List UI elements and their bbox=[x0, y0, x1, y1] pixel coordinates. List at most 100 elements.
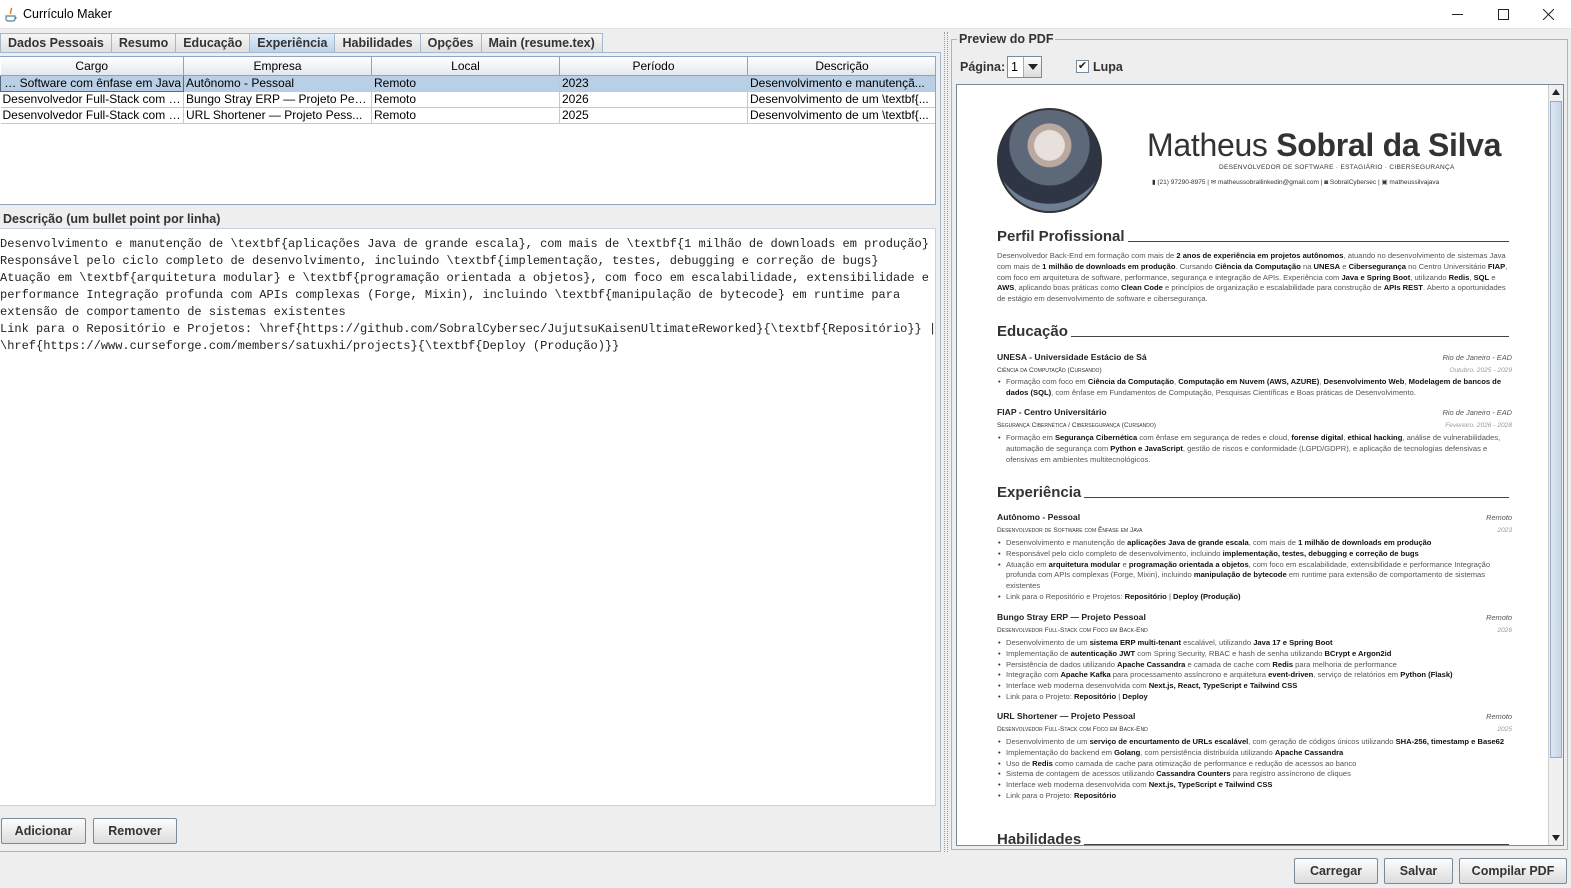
education-dates: Fevereiro. 2026 - 2028 bbox=[1445, 422, 1512, 429]
experience-tab-content: Cargo Empresa Local Período Descrição de… bbox=[0, 53, 941, 852]
table-row[interactable]: Desenvolvedor Full-Stack com F... Bungo … bbox=[0, 91, 935, 108]
resume-last-name: Sobral da Silva bbox=[1276, 127, 1502, 163]
column-header-descricao[interactable]: Descrição bbox=[747, 57, 935, 76]
list-item: Desenvolvimento e manutenção de aplicaçõ… bbox=[998, 538, 1513, 549]
table-cell-cargo[interactable]: Desenvolvedor Full-Stack com F... bbox=[0, 91, 184, 108]
experience-location: Remoto bbox=[1486, 712, 1512, 721]
column-header-empresa[interactable]: Empresa bbox=[183, 57, 372, 76]
section-heading-education: Educação bbox=[997, 323, 1509, 340]
list-item: Sistema de contagem de acessos utilizand… bbox=[998, 769, 1513, 780]
tab-bar: Dados Pessoais Resumo Educação Experiênc… bbox=[0, 33, 603, 53]
education-bullets: Formação com foco em Ciência da Computaç… bbox=[997, 377, 1513, 399]
table-cell-descricao[interactable]: Desenvolvimento e manutençã... bbox=[747, 75, 935, 92]
list-item: Formação com foco em Ciência da Computaç… bbox=[998, 377, 1513, 399]
chevron-down-icon bbox=[1027, 64, 1038, 70]
resume-first-name: Matheus bbox=[1147, 127, 1268, 163]
compile-pdf-button[interactable]: Compilar PDF bbox=[1459, 858, 1567, 884]
section-title: Experiência bbox=[997, 484, 1082, 501]
window-title: Currículo Maker bbox=[23, 7, 112, 21]
table-cell-descricao[interactable]: Desenvolvimento de um \textbf{... bbox=[747, 107, 935, 124]
experience-dates: 2023 bbox=[1497, 527, 1512, 534]
tab-educacao[interactable]: Educação bbox=[175, 33, 251, 53]
minimize-button[interactable] bbox=[1434, 0, 1480, 29]
section-title: Perfil Profissional bbox=[997, 228, 1125, 245]
table-cell-empresa[interactable]: Bungo Stray ERP — Projeto Pes... bbox=[183, 91, 372, 108]
table-cell-periodo[interactable]: 2023 bbox=[559, 75, 748, 92]
column-header-periodo[interactable]: Período bbox=[559, 57, 748, 76]
page-select[interactable]: 1 bbox=[1007, 56, 1042, 78]
experience-table[interactable]: Cargo Empresa Local Período Descrição de… bbox=[0, 56, 936, 205]
tab-main-resume-tex[interactable]: Main (resume.tex) bbox=[480, 33, 603, 53]
maximize-button[interactable] bbox=[1480, 0, 1526, 29]
table-cell-empresa[interactable]: Autônomo - Pessoal bbox=[183, 75, 372, 92]
education-dates: Outubro. 2025 - 2029 bbox=[1449, 367, 1512, 374]
list-item: Interface web moderna desenvolvida com N… bbox=[998, 681, 1513, 692]
pdf-viewport[interactable]: Matheus Sobral da Silva Desenvolvedor de… bbox=[956, 84, 1564, 846]
list-item: Responsável pelo ciclo completo de desen… bbox=[998, 549, 1513, 560]
table-cell-cargo[interactable]: Desenvolvedor Full-Stack com F... bbox=[0, 107, 184, 124]
close-button[interactable] bbox=[1525, 0, 1571, 29]
scroll-down-arrow-icon[interactable] bbox=[1552, 835, 1560, 841]
table-row[interactable]: de Software com ênfase em Java Autônomo … bbox=[0, 74, 935, 92]
table-cell-periodo[interactable]: 2025 bbox=[559, 107, 748, 124]
scrollbar-thumb[interactable] bbox=[1550, 101, 1562, 758]
pdf-preview-panel: Preview do PDF Página: 1 ✔ Lupa Matheus … bbox=[951, 31, 1571, 851]
profile-paragraph: Desenvolvedor Back-End em formação com m… bbox=[997, 251, 1508, 304]
table-cell-cargo[interactable]: de Software com ênfase em Java bbox=[0, 74, 184, 92]
section-heading-experience: Experiência bbox=[997, 484, 1509, 501]
page-select-value: 1 bbox=[1011, 60, 1018, 74]
close-icon bbox=[1542, 9, 1554, 20]
page-label: Página: bbox=[960, 60, 1006, 74]
description-line: Atuação em \textbf{arquitetura modular} … bbox=[0, 271, 929, 285]
list-item: Desenvolvimento de um sistema ERP multi-… bbox=[998, 638, 1513, 649]
preview-title: Preview do PDF bbox=[957, 32, 1056, 46]
table-cell-empresa[interactable]: URL Shortener — Projeto Pess... bbox=[183, 107, 372, 124]
tab-opcoes[interactable]: Opções bbox=[419, 33, 482, 53]
education-bullets: Formação em Segurança Cibernética com ên… bbox=[997, 433, 1513, 465]
list-item: Persistência de dados utilizando Apache … bbox=[998, 660, 1513, 671]
tab-experiencia[interactable]: Experiência bbox=[249, 33, 336, 53]
table-cell-local[interactable]: Remoto bbox=[371, 91, 560, 108]
save-button[interactable]: Salvar bbox=[1384, 858, 1453, 884]
scroll-up-arrow-icon[interactable] bbox=[1552, 89, 1560, 95]
table-cell-local[interactable]: Remoto bbox=[371, 107, 560, 124]
experience-bullets: Desenvolvimento e manutenção de aplicaçõ… bbox=[997, 538, 1513, 603]
pdf-vertical-scrollbar[interactable] bbox=[1548, 85, 1563, 845]
list-item: Link para o Repositório e Projetos: Repo… bbox=[998, 592, 1513, 603]
table-cell-local[interactable]: Remoto bbox=[371, 75, 560, 92]
table-cell-descricao[interactable]: Desenvolvimento de um \textbf{... bbox=[747, 91, 935, 108]
list-item: Uso de Redis como camada de cache para o… bbox=[998, 759, 1513, 770]
table-row[interactable]: Desenvolvedor Full-Stack com F... URL Sh… bbox=[0, 107, 935, 124]
list-item: Integração com Apache Kafka para process… bbox=[998, 670, 1513, 681]
experience-grid: Cargo Empresa Local Período Descrição de… bbox=[0, 57, 935, 124]
experience-company: Bungo Stray ERP — Projeto Pessoal bbox=[997, 612, 1146, 622]
tab-habilidades[interactable]: Habilidades bbox=[334, 33, 421, 53]
experience-dates: 2025 bbox=[1497, 726, 1512, 733]
load-button[interactable]: Carregar bbox=[1294, 858, 1378, 884]
experience-company: URL Shortener — Projeto Pessoal bbox=[997, 711, 1136, 721]
description-line: performance Integração profunda com APIs… bbox=[0, 288, 901, 302]
page-select-dropdown-button[interactable] bbox=[1023, 57, 1041, 77]
minimize-icon bbox=[1451, 14, 1463, 15]
description-line: Desenvolvimento e manutenção de \textbf{… bbox=[0, 237, 929, 251]
list-item: Implementação do backend em Golang, com … bbox=[998, 748, 1513, 759]
table-cell-periodo[interactable]: 2026 bbox=[559, 91, 748, 108]
experience-bullets: Desenvolvimento de um serviço de encurta… bbox=[997, 737, 1513, 802]
experience-dates: 2026 bbox=[1497, 627, 1512, 634]
add-button[interactable]: Adicionar bbox=[1, 818, 86, 844]
description-line: \href{https://www.curseforge.com/members… bbox=[0, 339, 620, 353]
column-header-local[interactable]: Local bbox=[371, 57, 560, 76]
description-text[interactable]: Desenvolvimento e manutenção de \textbf{… bbox=[0, 236, 936, 355]
split-pane-divider[interactable] bbox=[944, 32, 948, 852]
description-textarea[interactable]: Desenvolvimento e manutenção de \textbf{… bbox=[0, 228, 936, 806]
tab-resumo[interactable]: Resumo bbox=[110, 33, 177, 53]
remove-button[interactable]: Remover bbox=[93, 818, 177, 844]
tab-dados-pessoais[interactable]: Dados Pessoais bbox=[0, 33, 112, 53]
list-item: Link para o Projeto: Repositório bbox=[998, 791, 1513, 802]
column-header-cargo[interactable]: Cargo bbox=[0, 57, 184, 76]
list-item: Formação em Segurança Cibernética com ên… bbox=[998, 433, 1513, 465]
description-line: Link para o Repositório e Projetos: \hre… bbox=[0, 322, 937, 336]
experience-location: Remoto bbox=[1486, 613, 1512, 622]
education-location: Rio de Janeiro - EAD bbox=[1442, 353, 1512, 362]
lupa-checkbox[interactable]: ✔ bbox=[1076, 60, 1089, 73]
